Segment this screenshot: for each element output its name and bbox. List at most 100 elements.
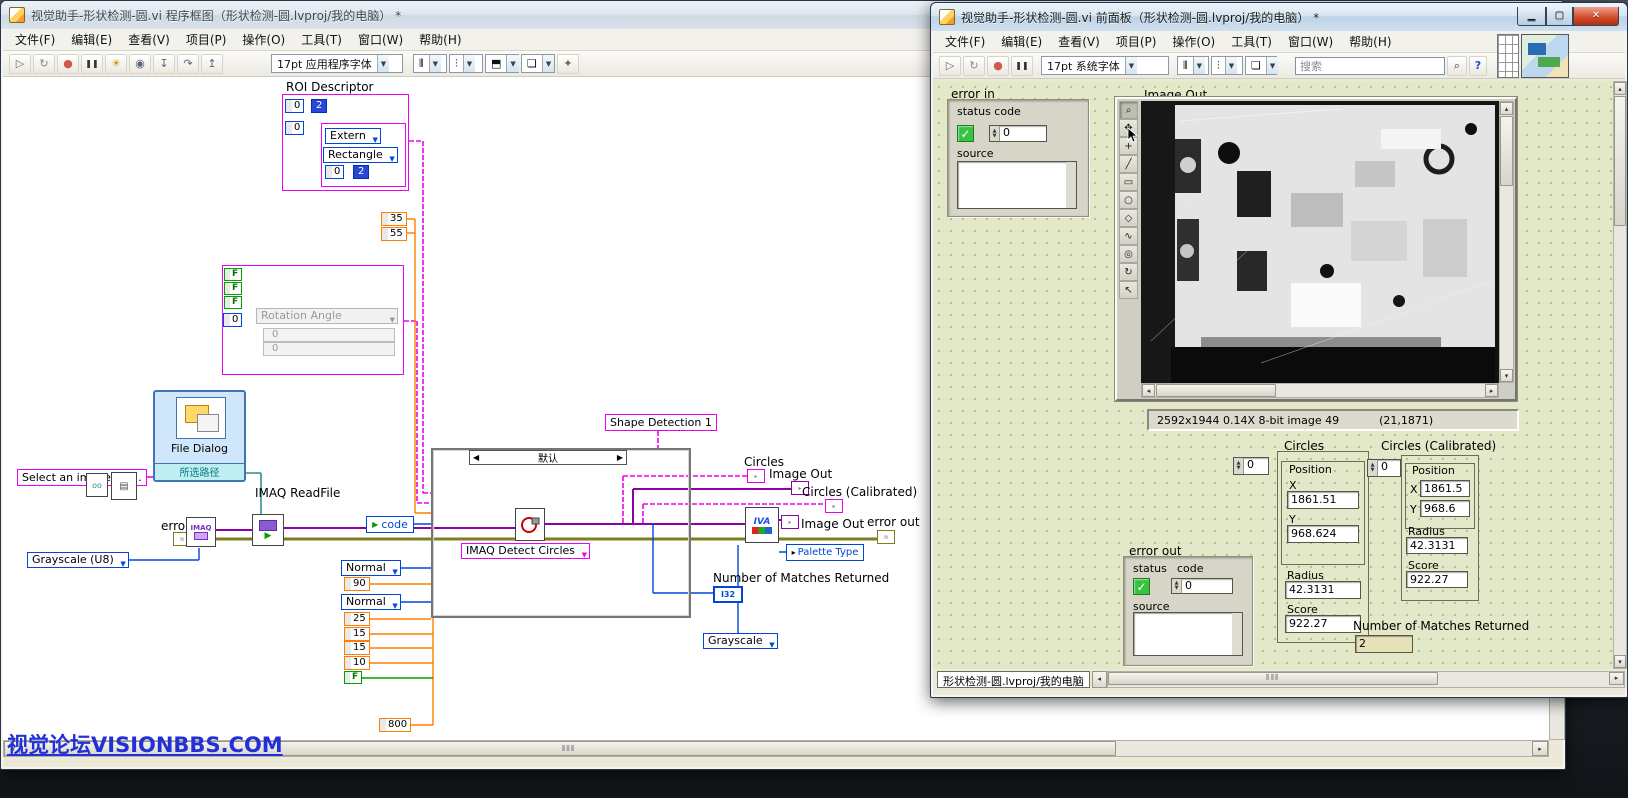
front-panel-canvas[interactable]: error in status code ✓ ▲▼ 0 source Image… [933,81,1627,669]
scroll-left-icon[interactable]: ◂ [1092,671,1107,688]
align-objects-combo[interactable]: ⫴▼ [413,54,447,73]
run-continuous-button[interactable]: ↻ [33,54,55,74]
freehand-tool-icon[interactable]: ∿ [1119,227,1138,245]
run-continuous-button[interactable]: ↻ [963,56,985,76]
step-over-button[interactable]: ↷ [177,54,199,74]
grayscale-u8-enum[interactable]: Grayscale (U8) [27,552,129,568]
polygon-tool-icon[interactable]: ◇ [1119,209,1138,227]
imaq-create-node[interactable]: IMAQ [186,517,216,547]
panel-hscroll-thumb[interactable]: ⦀⦀⦀ [1108,672,1438,685]
abort-button[interactable]: ● [987,56,1009,76]
image-out2-indicator[interactable]: ▸ [781,515,799,529]
error-out-indicator[interactable]: ≋ [877,530,895,544]
run-button[interactable]: ▷ [9,54,31,74]
distribute-objects-combo[interactable]: ⫶▼ [1211,56,1243,75]
circles-indicator[interactable]: ▸ [747,469,765,483]
menu-tools[interactable]: 工具(T) [293,29,350,50]
roi-const-2[interactable]: 2 [311,99,327,113]
selected-path-output[interactable]: 所选路径 [155,463,244,480]
reorder-combo[interactable]: ❏▼ [1245,56,1277,75]
scroll-right-icon[interactable]: ▸ [1532,741,1548,756]
image-vscrollbar[interactable]: ▴ ▾ [1499,101,1514,383]
circles-index-spinner[interactable]: ▲▼ 0 [1233,457,1269,475]
const-15b[interactable]: 15 [344,641,370,655]
const-15a[interactable]: 15 [344,627,370,641]
scroll-down-icon[interactable]: ▾ [1614,655,1626,668]
vi-path-box[interactable]: 形状检测-圆.lvproj/我的电脑 [937,671,1090,688]
pcb-image[interactable]: CHAS [1141,101,1499,383]
spinner-arrows-icon[interactable]: ▲▼ [1234,458,1244,474]
close-button[interactable]: ✕ [1573,7,1619,26]
image-vscroll-thumb[interactable] [1500,116,1513,186]
normal-enum-2[interactable]: Normal [341,594,401,610]
font-combo[interactable]: 17pt 应用程序字体▼ [271,54,403,73]
detect-circles-node[interactable] [515,508,545,541]
step-out-button[interactable]: ↥ [201,54,223,74]
oval-tool-icon[interactable]: ○ [1119,191,1138,209]
cleanup-diagram-button[interactable]: ✦ [557,54,579,74]
retain-wire-values-button[interactable]: ◉ [129,54,151,74]
error-in-code-field[interactable]: ▲▼ 0 [989,125,1047,142]
rotation-value-2[interactable]: 0 [263,342,395,356]
connector-pane[interactable] [1497,34,1519,78]
select-tool-icon[interactable]: ↖ [1119,281,1138,299]
const-25[interactable]: 25 [344,612,370,626]
menu-window[interactable]: 窗口(W) [1280,31,1341,52]
rectangle-enum[interactable]: Rectangle [323,147,398,163]
rect-const-0[interactable]: 0 [325,165,344,179]
roi-const-0b[interactable]: 0 [285,121,304,135]
scroll-left-icon[interactable]: ◂ [1142,384,1155,397]
rotation-angle-combo[interactable]: Rotation Angle [256,308,398,324]
const-800[interactable]: 800 [379,718,411,732]
rotate-tool-icon[interactable]: ↻ [1119,263,1138,281]
detect-circles-enum[interactable]: IMAQ Detect Circles [461,543,590,559]
code-node[interactable]: ▶code [366,516,414,533]
highlight-execution-button[interactable]: ☀ [105,54,127,74]
scroll-up-icon[interactable]: ▴ [1500,102,1513,115]
image-hscroll-thumb[interactable] [1156,384,1276,397]
search-icon[interactable]: ⌕ [1447,56,1467,76]
i32-indicator[interactable]: I32 [713,586,743,603]
shape-detection-label[interactable]: Shape Detection 1 [605,414,717,431]
normal-enum-1[interactable]: Normal [341,560,401,576]
menu-project[interactable]: 项目(P) [1108,31,1165,52]
rectangle-tool-icon[interactable]: ▭ [1119,173,1138,191]
menu-file[interactable]: 文件(F) [7,29,63,50]
menu-project[interactable]: 项目(P) [178,29,235,50]
bool-const-f4[interactable]: F [344,671,362,684]
menu-edit[interactable]: 编辑(E) [63,29,120,50]
minimize-button[interactable]: ▁ [1517,7,1546,26]
imaq-readfile-node[interactable]: ▶ [252,514,284,546]
case-next-icon[interactable]: ▶ [617,453,623,462]
roi-const-0[interactable]: 0 [285,99,304,113]
error-in-source-box[interactable] [957,161,1077,209]
spinner-arrows-icon[interactable]: ▲▼ [1368,460,1378,476]
pause-button[interactable]: ❚❚ [1011,56,1033,76]
menu-window[interactable]: 窗口(W) [350,29,411,50]
maximize-button[interactable]: ▢ [1546,7,1573,26]
pause-button[interactable]: ❚❚ [81,54,103,74]
annulus-tool-icon[interactable]: ◎ [1119,245,1138,263]
reorder-combo[interactable]: ❏▼ [521,54,555,73]
search-input[interactable]: 搜索 [1295,57,1445,75]
spinner-arrows-icon[interactable]: ▲▼ [990,126,1000,141]
const-55[interactable]: 55 [381,227,407,241]
vi-icon[interactable] [1521,34,1569,78]
bool-const-f2[interactable]: F [224,282,242,295]
menu-file[interactable]: 文件(F) [937,31,993,52]
zoom-tool-icon[interactable]: ⌕ [1119,101,1138,119]
run-button[interactable]: ▷ [939,56,961,76]
scroll-right-icon[interactable]: ▸ [1609,672,1624,685]
menu-view[interactable]: 查看(V) [1050,31,1108,52]
panel-hscrollbar[interactable]: ⦀⦀⦀ ▸ [1107,671,1625,688]
scroll-up-icon[interactable]: ▴ [1614,82,1626,95]
case-selector[interactable]: ◀ 默认 ▶ [469,450,627,465]
file-dialog-express-vi[interactable]: File Dialog 所选路径 [153,390,246,482]
line-tool-icon[interactable]: ╱ [1119,155,1138,173]
abort-button[interactable]: ● [57,54,79,74]
menu-view[interactable]: 查看(V) [120,29,178,50]
error-in-status-checkbox[interactable]: ✓ [957,125,974,142]
panel-vscrollbar[interactable]: ▴ ▾ [1613,81,1627,669]
rotation-const-0[interactable]: 0 [223,313,242,327]
circles-calibrated-indicator[interactable]: ▸ [825,499,843,513]
